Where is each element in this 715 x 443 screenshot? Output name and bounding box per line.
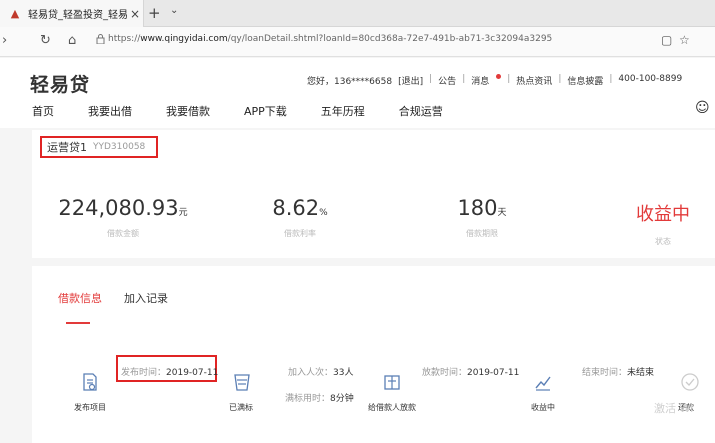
nav-history[interactable]: 五年历程 <box>321 103 365 119</box>
stat-label: 状态 <box>655 237 671 246</box>
logout-link[interactable]: [退出] <box>398 74 423 87</box>
favorite-star-icon[interactable]: ☆ <box>679 33 690 47</box>
step-label: 已满标 <box>229 403 253 412</box>
nav-borrow[interactable]: 我要借款 <box>166 103 210 119</box>
lend-time: 放款时间：2019-07-11 <box>422 368 520 378</box>
stat-unit: 元 <box>178 208 188 218</box>
hotline-phone: 400-100-8899 <box>618 74 683 84</box>
url-field[interactable]: https://www.qingyidai.com/qy/loanDetail.… <box>108 34 552 44</box>
site-favicon-icon: ▲ <box>10 6 20 20</box>
activate-windows-watermark: 激活 Wi <box>654 402 694 415</box>
joined-count: 加入人次：33人 <box>288 368 354 378</box>
nav-home[interactable]: 首页 <box>32 103 54 119</box>
nav-app-download[interactable]: APP下载 <box>244 103 287 119</box>
publish-time: 发布时间：2019-07-11 <box>121 368 219 378</box>
user-icon[interactable]: ☺ <box>695 100 710 116</box>
full-duration: 满标用时：8分钟 <box>285 394 354 404</box>
new-tab-button[interactable]: + <box>148 4 161 22</box>
top-info-bar: 您好，136****6658 [退出] | 公告 | 消息 | 热点资讯 | 信… <box>307 74 688 87</box>
refresh-icon[interactable]: ↻ <box>40 33 51 48</box>
message-link[interactable]: 消息 <box>471 74 502 87</box>
lock-icon <box>96 34 105 44</box>
stat-term: 180天 借款期限 <box>446 196 518 239</box>
stat-unit: % <box>319 208 328 218</box>
stat-label: 借款期限 <box>466 229 498 238</box>
disclosure-link[interactable]: 信息披露 <box>567 74 603 87</box>
loan-title-highlight: 运营贷1 YYD310058 <box>40 136 158 158</box>
site-header: 轻易贷 您好，136****6658 [退出] | 公告 | 消息 | 热点资讯… <box>0 58 715 128</box>
stat-value: 8.62 <box>272 196 320 220</box>
stat-status: 收益中 状态 <box>628 200 698 247</box>
earning-chart-icon <box>535 376 551 391</box>
divider: | <box>558 74 562 84</box>
forward-icon[interactable]: › <box>2 33 7 48</box>
site-logo[interactable]: 轻易贷 <box>30 70 90 97</box>
address-bar: › ↻ ⌂ https://www.qingyidai.com/qy/loanD… <box>0 27 715 57</box>
nav-compliance[interactable]: 合规运营 <box>399 103 443 119</box>
loan-code: YYD310058 <box>93 142 146 152</box>
main-nav: 首页 我要出借 我要借款 APP下载 五年历程 合规运营 <box>32 103 477 119</box>
nav-invest[interactable]: 我要出借 <box>88 103 132 119</box>
browser-tab-strip: ▲ 轻易贷_轻盈投资_轻易! × + ⌄ <box>0 0 715 27</box>
stat-label: 借款利率 <box>284 229 316 238</box>
stat-value: 180 <box>457 196 498 220</box>
divider: | <box>462 74 466 84</box>
end-time: 结束时间：未结束 <box>582 368 655 378</box>
step-label: 给借款人放款 <box>368 403 416 412</box>
unread-dot-icon <box>496 74 502 79</box>
loan-title: 运营贷1 <box>47 141 87 154</box>
stat-amount: 224,080.93元 借款金额 <box>58 196 188 239</box>
browser-tab[interactable]: ▲ 轻易贷_轻盈投资_轻易! × <box>0 0 144 27</box>
step-label: 发布项目 <box>74 403 106 412</box>
full-bid-icon <box>234 374 250 391</box>
divider: | <box>429 74 433 84</box>
notice-link[interactable]: 公告 <box>438 74 456 87</box>
status-value: 收益中 <box>636 204 690 225</box>
stat-value: 224,080.93 <box>58 196 179 220</box>
step-label: 收益中 <box>531 403 555 412</box>
screenshot-root: ▲ 轻易贷_轻盈投资_轻易! × + ⌄ › ↻ ⌂ https://www.q… <box>0 0 715 443</box>
tab-list-chevron-icon[interactable]: ⌄ <box>170 5 178 16</box>
active-tab-indicator <box>66 322 90 324</box>
publish-project-icon <box>83 373 97 391</box>
greeting-text: 您好，136****6658 <box>307 77 393 87</box>
divider: | <box>609 74 613 84</box>
repay-check-icon <box>681 373 699 391</box>
tab-loan-info[interactable]: 借款信息 <box>58 290 102 306</box>
divider: | <box>507 74 511 84</box>
hot-news-link[interactable]: 热点资讯 <box>516 74 552 87</box>
stat-rate: 8.62% 借款利率 <box>262 196 338 239</box>
stat-label: 借款金额 <box>107 229 139 238</box>
tab-join-records[interactable]: 加入记录 <box>124 290 168 306</box>
tab-title: 轻易贷_轻盈投资_轻易! <box>28 10 128 21</box>
lend-funds-icon <box>384 375 400 390</box>
stat-unit: 天 <box>497 208 507 218</box>
tab-close-icon[interactable]: × <box>130 7 140 21</box>
home-icon[interactable]: ⌂ <box>68 33 76 48</box>
reading-view-icon[interactable]: ▢ <box>661 33 672 47</box>
